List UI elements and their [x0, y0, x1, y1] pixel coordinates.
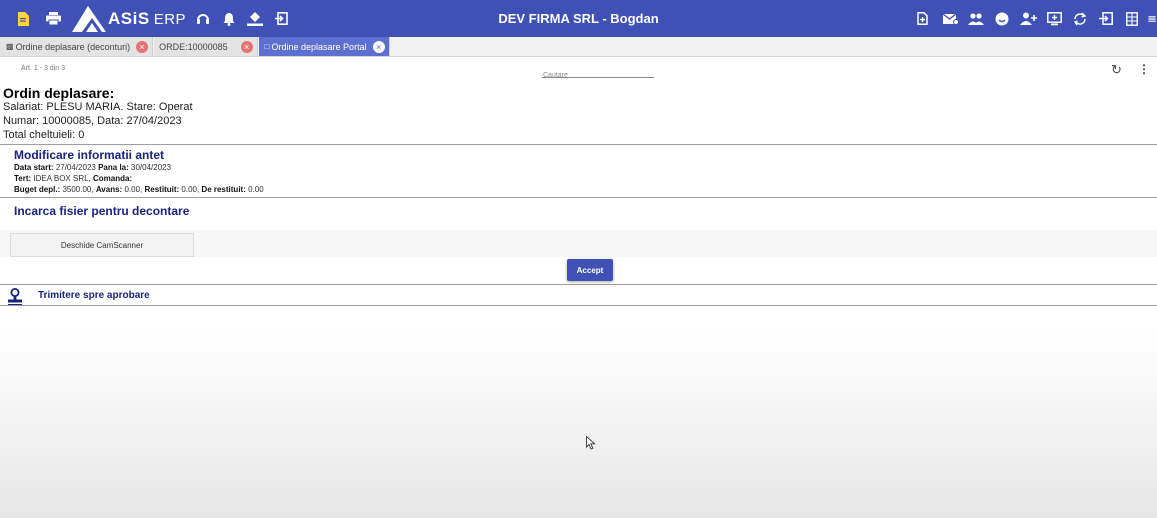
end-date-label: Pana la:	[98, 163, 129, 172]
budget-line: Buget depl.: 3500.00, Avans: 0.00, Resti…	[14, 185, 264, 194]
document-icon: □	[264, 42, 270, 51]
employee-status: Salariat: PLESU MARIA. Stare: Operat	[3, 101, 193, 113]
app-bar: ASiS ERP DEV FIRMA SRL - Bogdan	[0, 0, 1157, 37]
sync-icon[interactable]	[1071, 10, 1089, 28]
advance-value: 0.00,	[124, 185, 143, 194]
columns-icon[interactable]	[1123, 10, 1141, 28]
tab-label: Ordine deplasare (deconturi)	[15, 41, 131, 52]
divider	[0, 284, 1157, 285]
monitor-icon[interactable]	[1045, 10, 1063, 28]
total-expenses: Total cheltuieli: 0	[3, 129, 85, 141]
print-icon[interactable]	[44, 10, 62, 28]
mouse-cursor-icon	[586, 436, 596, 450]
tab-orde-10000085[interactable]: ORDE:10000085 ×	[154, 37, 258, 56]
start-date-value: 27/04/2023	[55, 163, 96, 172]
order-label: Comanda:	[93, 174, 133, 183]
tab-label: ORDE:10000085	[159, 41, 228, 52]
start-date-label: Data start:	[14, 163, 54, 172]
search-input[interactable]	[542, 69, 654, 82]
add-document-icon[interactable]	[913, 10, 931, 28]
more-options-icon[interactable]: ⋮	[1138, 62, 1150, 76]
tab-ordine-deplasare-deconturi[interactable]: ▩ Ordine deplasare (deconturi) ×	[0, 37, 154, 56]
mail-icon[interactable]	[941, 10, 959, 28]
document-icon[interactable]	[14, 10, 32, 28]
exit-icon[interactable]	[272, 10, 290, 28]
tab-label: Ordine deplasare Portal	[271, 41, 367, 52]
logo-mountain-icon	[72, 5, 106, 32]
send-for-approval-link[interactable]: Trimitere spre aprobare	[38, 290, 150, 301]
open-camscanner-button[interactable]: Deschide CamScanner	[10, 233, 194, 257]
accept-button[interactable]: Accept	[567, 259, 613, 281]
support-icon[interactable]	[194, 10, 212, 28]
close-icon[interactable]: ×	[372, 40, 385, 53]
login-icon[interactable]	[1097, 10, 1115, 28]
to-return-label: De restituit:	[201, 185, 246, 194]
end-date-value: 30/04/2023	[131, 163, 172, 172]
emoji-icon[interactable]	[993, 10, 1011, 28]
dates-line: Data start: 27/04/2023 Pana la: 30/04/20…	[14, 163, 171, 172]
app-menu-icon[interactable]	[1147, 10, 1157, 28]
brand-name: ASiS	[108, 8, 150, 28]
close-icon[interactable]: ×	[240, 40, 253, 53]
page-title: Ordin deplasare:	[3, 85, 115, 101]
search-field	[542, 64, 654, 82]
budget-value: 3500.00,	[62, 185, 94, 194]
budget-label: Buget depl.:	[14, 185, 61, 194]
close-icon[interactable]: ×	[136, 40, 149, 53]
paint-bucket-icon[interactable]	[246, 10, 264, 28]
car-icon: ▩	[6, 42, 14, 51]
edit-header-info-link[interactable]: Modificare informatii antet	[14, 148, 164, 162]
tab-ordine-deplasare-portal[interactable]: □ Ordine deplasare Portal ×	[258, 37, 390, 56]
divider	[0, 144, 1157, 145]
stamp-icon	[8, 288, 22, 306]
document-number-date: Numar: 10000085, Data: 27/04/2023	[3, 115, 182, 127]
brand-suffix: ERP	[153, 10, 187, 28]
divider	[0, 197, 1157, 198]
tab-bar: ▩ Ordine deplasare (deconturi) × ORDE:10…	[0, 37, 1157, 57]
partner-line: Tert: IDEA BOX SRL, Comanda:	[14, 174, 132, 183]
refresh-icon[interactable]: ↻	[1111, 62, 1122, 78]
returned-value: 0.00,	[181, 185, 200, 194]
people-icon[interactable]	[967, 10, 985, 28]
asis-logo: ASiS ERP	[72, 5, 187, 32]
returned-label: Restituit:	[144, 185, 180, 194]
upload-section-title: Incarca fisier pentru decontare	[14, 204, 190, 218]
divider	[0, 305, 1157, 306]
record-count: Art. 1 - 3 din 3	[21, 65, 65, 72]
partner-value: IDEA BOX SRL,	[33, 174, 91, 183]
add-user-icon[interactable]	[1019, 10, 1037, 28]
partner-label: Tert:	[14, 174, 32, 183]
bell-icon[interactable]	[220, 10, 238, 28]
to-return-value: 0.00	[248, 185, 264, 194]
advance-label: Avans:	[95, 185, 123, 194]
